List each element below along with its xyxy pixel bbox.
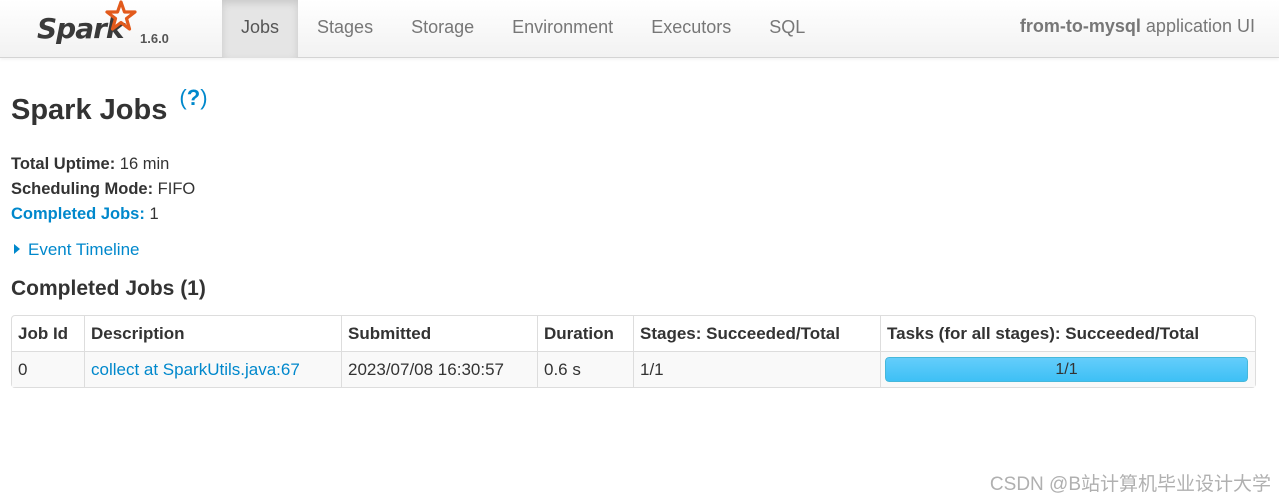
page-title-text: Spark Jobs [11,94,168,126]
spark-star-icon [105,0,137,31]
col-stages[interactable]: Stages: Succeeded/Total [633,316,880,351]
completed-jobs-link[interactable]: Completed Jobs: [11,205,145,223]
completed-jobs-label: Completed Jobs: [11,205,145,223]
scheduling-mode: Scheduling Mode: FIFO [11,177,195,202]
tab-storage[interactable]: Storage [392,0,493,58]
table-header-row: Job Id Description Submitted Duration St… [12,316,1255,351]
app-suffix: application UI [1140,16,1255,36]
scheduling-mode-value: FIFO [153,180,196,198]
top-navbar: Spark 1.6.0 Jobs Stages Storage Environm… [0,0,1279,58]
help-close-paren: ) [200,85,208,110]
total-uptime-value: 16 min [115,155,170,173]
expand-arrow-icon [14,244,20,254]
help-open-paren: ( [179,85,187,110]
submitted-cell: 2023/07/08 16:30:57 [341,351,537,387]
col-duration[interactable]: Duration [537,316,633,351]
job-description-link[interactable]: collect at SparkUtils.java:67 [91,360,300,379]
completed-jobs-heading: Completed Jobs (1) [11,277,206,300]
spark-logo[interactable]: Spark 1.6.0 [24,0,214,58]
tab-jobs[interactable]: Jobs [222,0,299,58]
nav-tabs: Jobs Stages Storage Environment Executor… [222,0,824,58]
summary-list: Total Uptime: 16 min Scheduling Mode: FI… [11,152,195,227]
col-tasks[interactable]: Tasks (for all stages): Succeeded/Total [880,316,1255,351]
tasks-cell: 1/1 [880,351,1255,387]
duration-cell: 0.6 s [537,351,633,387]
tasks-progress-label: 1/1 [1055,361,1078,378]
job-id-cell: 0 [12,351,84,387]
app-name: from-to-mysql [1019,16,1141,36]
tasks-progress-bar: 1/1 [885,357,1248,382]
description-cell: collect at SparkUtils.java:67 [84,351,341,387]
completed-jobs-summary: Completed Jobs: 1 [11,202,195,227]
tab-stages[interactable]: Stages [298,0,392,58]
table-row: 0 collect at SparkUtils.java:67 2023/07/… [12,351,1255,387]
app-title: from-to-mysql application UI [1020,0,1255,52]
watermark: CSDN @B站计算机毕业设计大学 [989,474,1271,495]
event-timeline-toggle[interactable]: Event Timeline [11,240,140,260]
total-uptime: Total Uptime: 16 min [11,152,195,177]
event-timeline-label: Event Timeline [28,240,140,259]
col-submitted[interactable]: Submitted [341,316,537,351]
spark-version: 1.6.0 [140,31,169,46]
col-job-id[interactable]: Job Id [12,316,84,351]
total-uptime-label: Total Uptime: [11,155,116,173]
help-question-icon: ? [186,85,201,110]
completed-jobs-count: 1 [144,205,159,223]
tab-sql[interactable]: SQL [750,0,824,58]
scheduling-mode-label: Scheduling Mode: [11,180,154,198]
col-description[interactable]: Description [84,316,341,351]
tab-environment[interactable]: Environment [493,0,632,58]
stages-cell: 1/1 [633,351,880,387]
help-link[interactable]: (?) [179,85,207,110]
page-title: Spark Jobs (?) [11,85,208,127]
completed-jobs-table: Job Id Description Submitted Duration St… [11,315,1256,388]
tab-executors[interactable]: Executors [632,0,750,58]
